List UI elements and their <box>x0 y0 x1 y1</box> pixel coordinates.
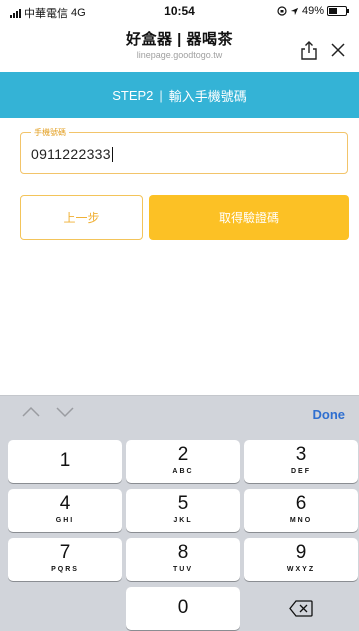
key-1[interactable]: 1 <box>8 440 122 483</box>
status-bar: 中華電信 4G 10:54 49% <box>0 0 359 22</box>
browser-nav-bar: 好盒器 | 器喝茶 linepage.goodtogo.tw <box>0 22 359 72</box>
key-digit: 0 <box>177 597 189 618</box>
step-separator: | <box>159 87 163 103</box>
key-digit: 6 <box>295 493 307 514</box>
key-0[interactable]: 0 <box>126 587 240 630</box>
keyboard-toolbar: Done <box>0 395 359 433</box>
delete-key[interactable] <box>244 587 358 630</box>
key-6[interactable]: 6 MNO <box>244 489 358 532</box>
key-digit: 8 <box>177 542 189 563</box>
backspace-icon <box>289 600 313 617</box>
text-caret <box>111 147 113 162</box>
done-button[interactable]: Done <box>313 407 346 422</box>
key-3[interactable]: 3 DEF <box>244 440 358 483</box>
battery-percent: 49% <box>301 5 324 17</box>
chevron-down-icon[interactable] <box>56 406 74 418</box>
key-letters: TUV <box>173 566 193 573</box>
battery-icon <box>327 6 349 16</box>
key-letters: GHI <box>55 517 75 524</box>
key-5[interactable]: 5 JKL <box>126 489 240 532</box>
key-digit: 4 <box>59 493 71 514</box>
phone-input[interactable]: 0911222333 <box>31 146 113 162</box>
key-8[interactable]: 8 TUV <box>126 538 240 581</box>
numeric-keypad: 1 2 ABC 3 DEF 4 GHI 5 JKL 6 MNO 7 PQRS 8… <box>0 433 359 631</box>
key-digit: 1 <box>59 450 71 471</box>
step-banner: STEP2 | 輸入手機號碼 <box>0 72 359 118</box>
key-9[interactable]: 9 WXYZ <box>244 538 358 581</box>
status-right: 49% <box>277 5 349 17</box>
key-7[interactable]: 7 PQRS <box>8 538 122 581</box>
phone-value: 0911222333 <box>31 146 111 162</box>
key-digit: 5 <box>177 493 189 514</box>
get-code-button[interactable]: 取得驗證碼 <box>149 195 349 240</box>
step-label: STEP2 <box>112 87 154 103</box>
location-icon <box>290 7 299 15</box>
phone-field[interactable]: 手機號碼 0911222333 <box>20 127 348 174</box>
key-digit: 9 <box>295 542 307 563</box>
key-2[interactable]: 2 ABC <box>126 440 240 483</box>
key-letters: DEF <box>291 468 311 475</box>
key-digit: 3 <box>295 444 307 465</box>
orientation-lock-icon <box>277 6 287 16</box>
phone-field-label: 手機號碼 <box>31 127 69 138</box>
key-4[interactable]: 4 GHI <box>8 489 122 532</box>
key-letters: JKL <box>173 517 193 524</box>
key-digit: 7 <box>59 542 71 563</box>
back-button[interactable]: 上一步 <box>20 195 143 240</box>
key-letters: ABC <box>172 468 194 475</box>
key-letters: WXYZ <box>286 566 316 573</box>
key-digit: 2 <box>177 444 189 465</box>
share-icon[interactable] <box>300 40 318 60</box>
close-icon[interactable] <box>330 42 346 58</box>
key-letters: PQRS <box>51 566 79 573</box>
step-text: 輸入手機號碼 <box>168 88 247 104</box>
chevron-up-icon[interactable] <box>22 406 40 418</box>
key-letters: MNO <box>289 517 313 524</box>
